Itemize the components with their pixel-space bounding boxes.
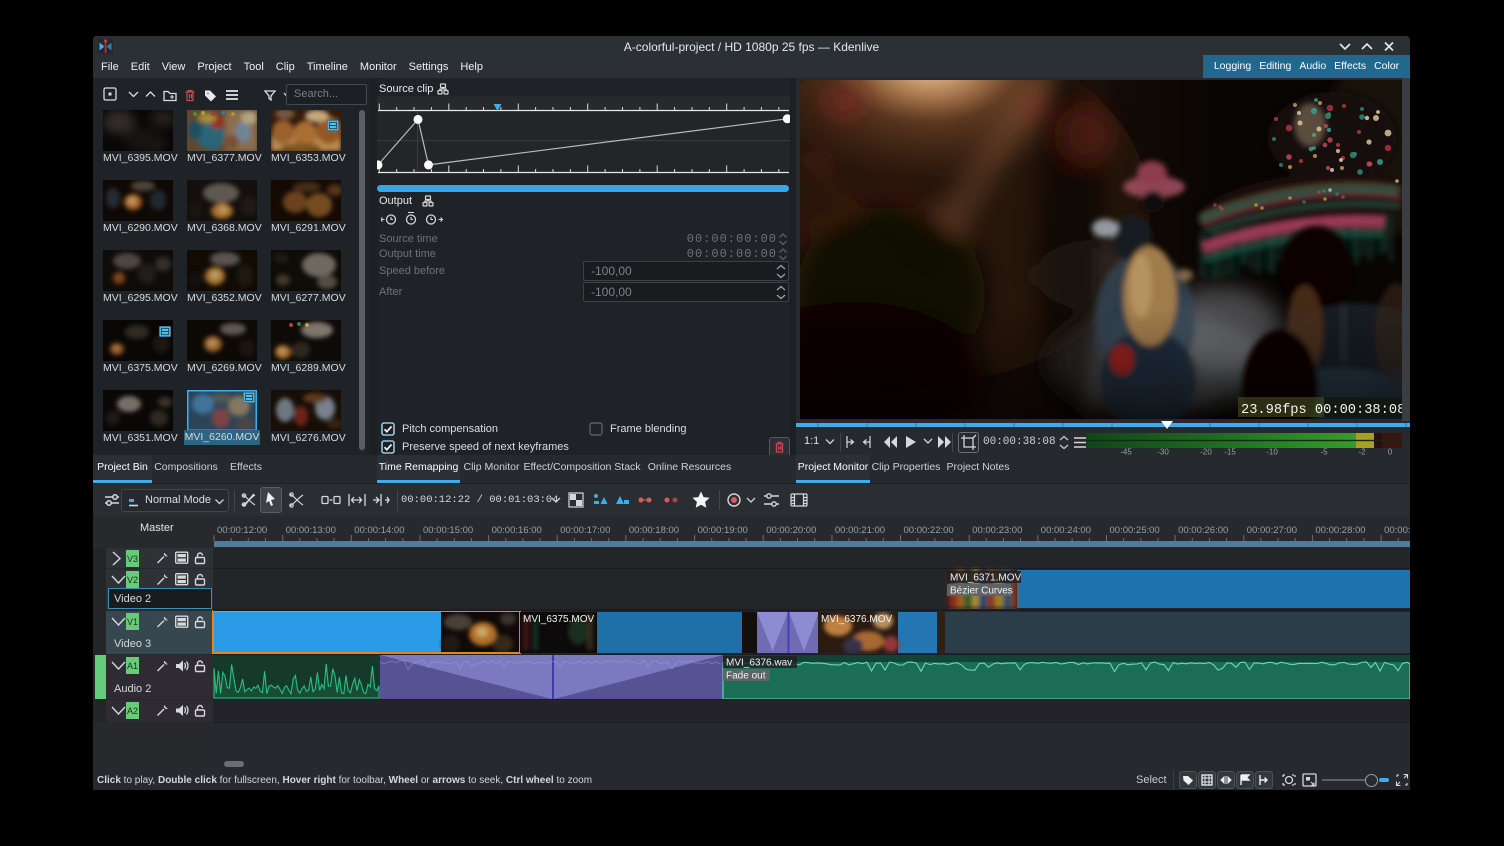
svg-text:V1: V1 <box>127 617 138 627</box>
svg-text:00:00:23:00: 00:00:23:00 <box>972 525 1022 536</box>
svg-text:00:00:12:00: 00:00:12:00 <box>217 525 267 536</box>
svg-text:00:00:22:00: 00:00:22:00 <box>904 525 954 536</box>
svg-text:23.98fps 00:00:38:08: 23.98fps 00:00:38:08 <box>1241 403 1402 418</box>
svg-text:MVI_6375.MOV: MVI_6375.MOV <box>523 614 594 625</box>
svg-text:MVI_6371.MOV: MVI_6371.MOV <box>950 573 1021 584</box>
svg-text:00:00:15:00: 00:00:15:00 <box>423 525 473 536</box>
svg-text:00:00:26:00: 00:00:26:00 <box>1178 525 1228 536</box>
svg-text:0: 0 <box>1388 448 1393 456</box>
svg-text:V3: V3 <box>127 554 138 564</box>
svg-text:00:00:19:00: 00:00:19:00 <box>698 525 748 536</box>
svg-text:Fade out: Fade out <box>726 671 766 682</box>
svg-text:00:00:18:00: 00:00:18:00 <box>629 525 679 536</box>
svg-text:-45: -45 <box>1120 448 1132 456</box>
svg-text:-2: -2 <box>1358 448 1366 456</box>
svg-text:Video 2: Video 2 <box>114 593 151 605</box>
svg-text:A2: A2 <box>127 706 138 716</box>
svg-text:A1: A1 <box>127 661 138 671</box>
svg-text:00:00:20:00: 00:00:20:00 <box>766 525 816 536</box>
svg-text:Video 3: Video 3 <box>114 638 151 650</box>
svg-text:-15: -15 <box>1224 448 1236 456</box>
svg-text:MVI_6376.MOV: MVI_6376.MOV <box>821 614 892 625</box>
svg-text:00:00:17:00: 00:00:17:00 <box>560 525 610 536</box>
svg-text:MVI_6376.wav: MVI_6376.wav <box>726 658 792 669</box>
svg-text:Master: Master <box>140 522 174 534</box>
svg-text:-5: -5 <box>1320 448 1328 456</box>
svg-text:00:00:24:00: 00:00:24:00 <box>1041 525 1091 536</box>
svg-text:-30: -30 <box>1157 448 1169 456</box>
svg-text:00:00:14:00: 00:00:14:00 <box>354 525 404 536</box>
svg-text:-10: -10 <box>1266 448 1278 456</box>
svg-text:00:00:27:00: 00:00:27:00 <box>1247 525 1297 536</box>
svg-text:00:00:25:00: 00:00:25:00 <box>1110 525 1160 536</box>
svg-text:00:00:21:00: 00:00:21:00 <box>835 525 885 536</box>
svg-text:00:00:16:00: 00:00:16:00 <box>492 525 542 536</box>
svg-text:Bézier Curves: Bézier Curves <box>950 586 1013 597</box>
svg-text:00:00:13:00: 00:00:13:00 <box>286 525 336 536</box>
svg-text:00:00:29:00: 00:00:29:00 <box>1384 525 1410 536</box>
svg-text:-20: -20 <box>1200 448 1212 456</box>
svg-text:Audio 2: Audio 2 <box>114 683 151 695</box>
svg-text:00:00:28:00: 00:00:28:00 <box>1315 525 1365 536</box>
svg-text:V2: V2 <box>127 575 138 585</box>
